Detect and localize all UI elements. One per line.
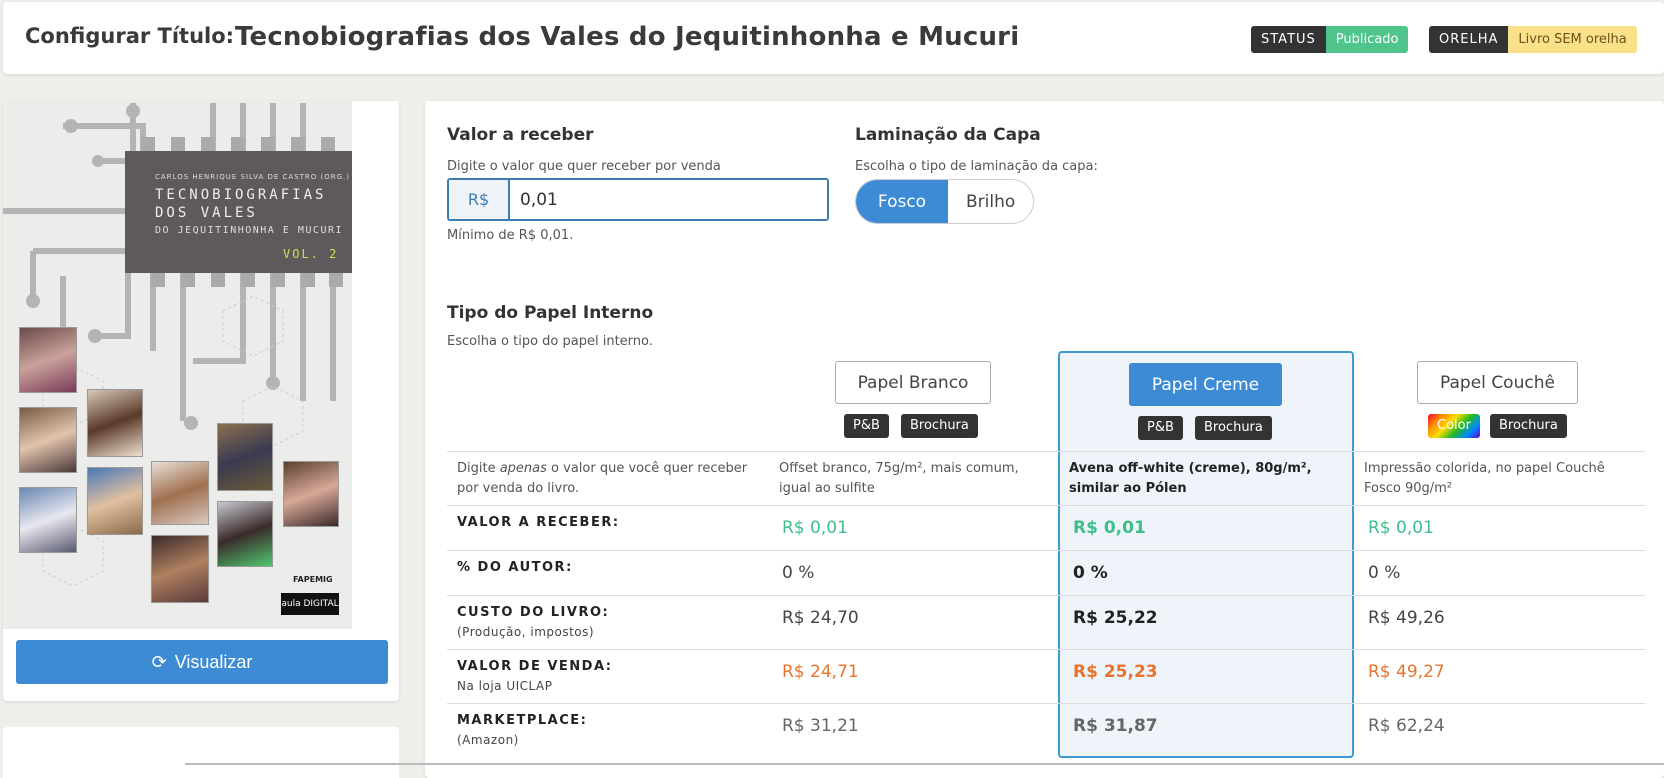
- cover-author: CARLOS HENRIQUE SILVA DE CASTRO (ORG.): [155, 173, 351, 181]
- config-title-label: Configurar Título:: [25, 24, 235, 48]
- book-cover: CARLOS HENRIQUE SILVA DE CASTRO (ORG.) T…: [3, 101, 352, 629]
- tag-color: Color: [1428, 414, 1480, 438]
- row-label-custo: CUSTO DO LIVRO:: [457, 605, 610, 620]
- author-photo: [151, 535, 209, 603]
- laminacao-toggle: Fosco Brilho: [855, 179, 1035, 224]
- status-badge-value: Publicado: [1325, 26, 1409, 53]
- laminacao-hint: Escolha o tipo de laminação da capa:: [855, 159, 1098, 174]
- valor-input-group: R$: [447, 178, 829, 221]
- valor-heading: Valor a receber: [447, 125, 594, 145]
- book-title: Tecnobiografias dos Vales do Jequitinhon…: [235, 22, 1020, 52]
- couche-valor-venda: R$ 49,27: [1368, 662, 1445, 682]
- author-photo: [87, 467, 143, 535]
- author-photo: [217, 423, 273, 491]
- papel-intro: Digite apenas o valor que você quer rece…: [457, 461, 748, 496]
- cover-volume: VOL. 2: [283, 247, 339, 261]
- laminacao-option-brilho[interactable]: Brilho: [948, 180, 1034, 223]
- orelha-badge-key: ORELHA: [1429, 26, 1509, 53]
- cover-title-line1: TECNOBIOGRAFIAS: [155, 187, 327, 203]
- tag-brochura: Brochura: [901, 414, 978, 438]
- papel-heading: Tipo do Papel Interno: [447, 303, 654, 323]
- couche-pct-autor: 0 %: [1368, 563, 1401, 583]
- valor-min-note: Mínimo de R$ 0,01.: [447, 228, 574, 243]
- bottom-divider: [185, 763, 1664, 765]
- branco-valor-venda: R$ 24,71: [782, 662, 859, 682]
- cover-panel: CARLOS HENRIQUE SILVA DE CASTRO (ORG.) T…: [3, 101, 399, 701]
- cover-title-line3: DO JEQUITINHONHA E MUCURI: [155, 225, 344, 236]
- 3d-view-icon: ⟳: [151, 651, 167, 672]
- papel-hint: Escolha o tipo do papel interno.: [447, 334, 653, 349]
- valor-input[interactable]: [510, 180, 827, 219]
- couche-valor-receber: R$ 0,01: [1368, 518, 1434, 538]
- selected-column-highlight: [1058, 351, 1354, 758]
- creme-valor-venda: R$ 25,23: [1073, 662, 1158, 682]
- tag-brochura: Brochura: [1195, 416, 1272, 440]
- author-photo: [151, 461, 209, 525]
- status-badge: STATUS Publicado: [1251, 26, 1409, 53]
- papel-couche-button[interactable]: Papel Couchê: [1417, 361, 1578, 404]
- row-label-pct-autor: % DO AUTOR:: [457, 560, 573, 575]
- laminacao-option-fosco[interactable]: Fosco: [856, 180, 948, 223]
- author-photo: [217, 501, 273, 567]
- secondary-panel: [3, 727, 399, 778]
- author-photo: [87, 389, 143, 457]
- valor-hint: Digite o valor que quer receber por vend…: [447, 159, 721, 174]
- visualize-button[interactable]: ⟳ Visualizar: [16, 640, 388, 684]
- visualize-label: Visualizar: [174, 651, 253, 672]
- couche-custo: R$ 49,26: [1368, 608, 1445, 628]
- row-sub-valor-venda: Na loja UICLAP: [457, 679, 553, 693]
- row-label-valor-venda: VALOR DE VENDA:: [457, 659, 613, 674]
- currency-prefix: R$: [449, 180, 510, 219]
- pricing-panel: Valor a receber Digite o valor que quer …: [425, 101, 1664, 778]
- page-header: Configurar Título: Tecnobiografias dos V…: [3, 2, 1664, 74]
- papel-creme-desc: Avena off-white (creme), 80g/m², similar…: [1069, 461, 1312, 496]
- branco-marketplace: R$ 31,21: [782, 716, 859, 736]
- papel-branco-button[interactable]: Papel Branco: [835, 361, 991, 404]
- publisher-logo-fapemig: FAPEMIG: [293, 575, 333, 584]
- cover-title-line2: DOS VALES: [155, 205, 258, 221]
- author-photo: [19, 487, 77, 553]
- couche-marketplace: R$ 62,24: [1368, 716, 1445, 736]
- status-badge-key: STATUS: [1251, 26, 1326, 53]
- row-sub-custo: (Produção, impostos): [457, 625, 595, 639]
- author-photo: [283, 461, 339, 527]
- orelha-badge: ORELHA Livro SEM orelha: [1429, 26, 1637, 53]
- papel-creme-button[interactable]: Papel Creme: [1129, 363, 1282, 406]
- row-label-marketplace: MARKETPLACE:: [457, 713, 588, 728]
- branco-pct-autor: 0 %: [782, 563, 815, 583]
- row-sub-marketplace: (Amazon): [457, 733, 519, 747]
- laminacao-heading: Laminação da Capa: [855, 125, 1041, 145]
- tag-brochura: Brochura: [1490, 414, 1567, 438]
- cover-chip-title-block: CARLOS HENRIQUE SILVA DE CASTRO (ORG.) T…: [125, 151, 352, 273]
- publisher-logo-aula-digital: aula DIGITAL: [281, 593, 339, 615]
- papel-branco-desc: Offset branco, 75g/m², mais comum, igual…: [779, 461, 1019, 496]
- creme-marketplace: R$ 31,87: [1073, 716, 1158, 736]
- author-photo: [19, 327, 77, 393]
- orelha-badge-value: Livro SEM orelha: [1508, 26, 1637, 53]
- branco-valor-receber: R$ 0,01: [782, 518, 848, 538]
- papel-couche-desc: Impressão colorida, no papel Couchê Fosc…: [1364, 461, 1605, 496]
- row-label-valor-receber: VALOR A RECEBER:: [457, 515, 620, 530]
- tag-pb: P&B: [844, 414, 889, 438]
- tag-pb: P&B: [1138, 416, 1183, 440]
- author-photo: [19, 407, 77, 473]
- creme-custo: R$ 25,22: [1073, 608, 1158, 628]
- creme-pct-autor: 0 %: [1073, 563, 1108, 583]
- creme-valor-receber: R$ 0,01: [1073, 518, 1146, 538]
- branco-custo: R$ 24,70: [782, 608, 859, 628]
